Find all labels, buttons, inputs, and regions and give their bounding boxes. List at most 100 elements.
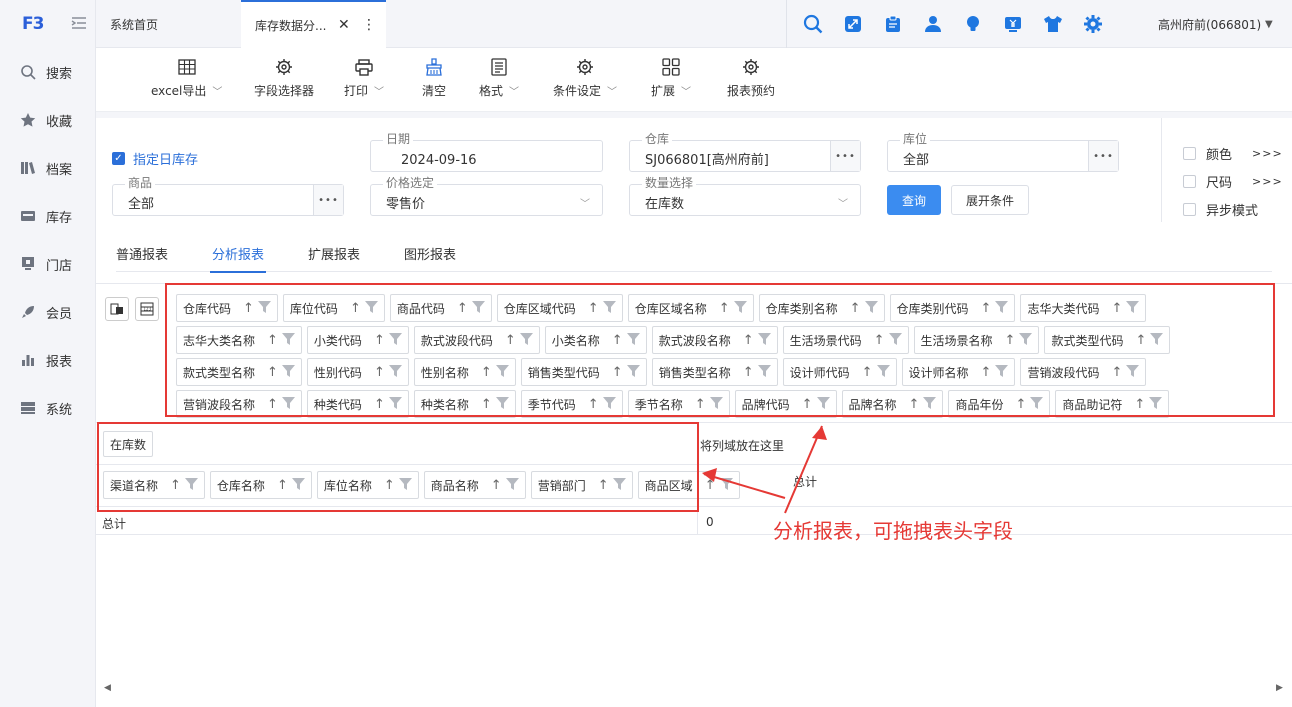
layout-icon[interactable]: 123: [135, 297, 159, 321]
table-icon: [178, 58, 196, 76]
location-field[interactable]: 库位 全部 •••: [887, 132, 1119, 172]
format-label: 格式: [479, 84, 504, 98]
gear-outline-icon: [275, 58, 293, 76]
size-label: 尺码: [1206, 176, 1233, 191]
report-tabs: 普通报表 分析报表 扩展报表 图形报表: [116, 236, 1272, 273]
chevron-down-icon: ﹀: [838, 199, 848, 210]
size-option[interactable]: 尺码 >>>: [1183, 172, 1283, 191]
user-name[interactable]: 高州府前(066801): [1158, 16, 1261, 33]
product-field[interactable]: 商品 全部 •••: [112, 176, 344, 216]
quantity-select[interactable]: 数量选择 在库数 ﹀: [629, 176, 861, 216]
books-icon: [20, 160, 36, 176]
bar-chart-icon: [20, 352, 36, 368]
date-field[interactable]: 日期 2024-09-16: [370, 132, 603, 172]
print-button[interactable]: 打印 ﹀: [344, 58, 384, 99]
server-icon: [20, 400, 36, 416]
report-schedule-button[interactable]: 报表预约: [727, 58, 775, 99]
clear-label: 清空: [422, 84, 447, 98]
chevron-down-icon: ﹀: [509, 87, 520, 98]
logo-row: F3: [0, 0, 95, 48]
sidebar-item-label: 收藏: [46, 114, 73, 130]
date-value: 2024-09-16: [401, 153, 477, 168]
broom-icon: [425, 58, 443, 76]
sidebar-item-label: 库存: [46, 210, 73, 226]
sidebar-item-label: 门店: [46, 258, 73, 274]
excel-export-button[interactable]: excel导出 ﹀: [151, 58, 222, 99]
expand-arrows[interactable]: >>>: [1252, 147, 1283, 160]
clear-button[interactable]: 清空: [422, 58, 446, 99]
checkbox[interactable]: [1183, 175, 1196, 188]
warehouse-field[interactable]: 仓库 SJ066801[高州府前] •••: [629, 132, 861, 172]
caret-down-icon[interactable]: ▼: [1265, 19, 1273, 30]
tab-inventory-analysis[interactable]: 库存数据分... ✕ ⋮: [241, 0, 386, 48]
close-icon[interactable]: ✕: [338, 17, 350, 33]
divider: [1161, 118, 1162, 222]
format-button[interactable]: 格式 ﹀: [479, 58, 519, 99]
checkbox[interactable]: [1183, 147, 1196, 160]
user-icon[interactable]: [923, 14, 943, 34]
field-selector-label: 字段选择器: [254, 84, 315, 98]
tab-graph-report[interactable]: 图形报表: [404, 244, 456, 263]
more-vertical-icon[interactable]: ⋮: [362, 17, 376, 33]
svg-text:123: 123: [144, 306, 152, 311]
search-icon[interactable]: [803, 14, 823, 34]
scroll-left-icon[interactable]: ◀: [104, 683, 111, 693]
quantity-value: 在库数: [645, 197, 685, 212]
sidebar-item-label: 会员: [46, 306, 73, 322]
scroll-right-icon[interactable]: ▶: [1276, 683, 1283, 693]
gear-icon[interactable]: [1083, 14, 1103, 34]
location-label: 库位: [900, 132, 931, 146]
checkbox[interactable]: [1183, 203, 1196, 216]
tshirt-icon[interactable]: [1043, 14, 1063, 34]
expand-arrows[interactable]: >>>: [1252, 175, 1283, 188]
product-value: 全部: [128, 197, 155, 212]
yen-screen-icon[interactable]: [1003, 14, 1023, 34]
price-value: 零售价: [386, 197, 426, 212]
query-button[interactable]: 查询: [887, 185, 941, 215]
specified-date-stock-checkbox[interactable]: ✓ 指定日库存: [112, 149, 198, 168]
price-select[interactable]: 价格选定 零售价 ﹀: [370, 176, 603, 216]
sidebar-item-label: 报表: [46, 354, 73, 370]
warehouse-label: 仓库: [642, 132, 673, 146]
menu-toggle-icon[interactable]: [71, 15, 87, 34]
row-total-label: 总计: [102, 517, 127, 531]
toolbar: excel导出 ﹀ 字段选择器 打印 ﹀ 清空 格式 ﹀ 条件设定 ﹀ 扩展 ﹀ 报表预约: [96, 48, 1292, 112]
clipboard-icon[interactable]: [883, 14, 903, 34]
async-mode-option[interactable]: 异步模式: [1183, 200, 1258, 219]
more-horizontal-icon[interactable]: •••: [313, 185, 343, 215]
sidebar-item-archive[interactable]: 档案: [0, 144, 95, 192]
sidebar-item-label: 系统: [46, 402, 73, 418]
chevron-down-icon: ﹀: [580, 199, 590, 210]
document-list-icon: [490, 58, 508, 76]
extend-button[interactable]: 扩展 ﹀: [651, 58, 691, 99]
more-horizontal-icon[interactable]: •••: [830, 141, 860, 171]
tab-home[interactable]: 系统首页: [110, 0, 158, 48]
more-horizontal-icon[interactable]: •••: [1088, 141, 1118, 171]
chevron-down-icon: ﹀: [374, 87, 385, 98]
sidebar-item-member[interactable]: 会员: [0, 288, 95, 336]
sidebar-item-search[interactable]: 搜索: [0, 48, 95, 96]
field-selector-button[interactable]: 字段选择器: [254, 58, 314, 99]
rocket-icon: [20, 304, 36, 320]
lightbulb-icon[interactable]: [963, 14, 983, 34]
tab-analysis-report[interactable]: 分析报表: [209, 244, 267, 273]
tab-normal-report[interactable]: 普通报表: [116, 244, 168, 263]
top-bar: 系统首页 库存数据分... ✕ ⋮ 高州府前(066801) ▼: [96, 0, 1292, 48]
sidebar-item-system[interactable]: 系统: [0, 384, 95, 432]
sidebar-item-report[interactable]: 报表: [0, 336, 95, 384]
field-list-toggle-icon[interactable]: [105, 297, 129, 321]
color-option[interactable]: 颜色 >>>: [1183, 144, 1283, 163]
condition-setting-button[interactable]: 条件设定 ﹀: [553, 58, 617, 99]
sidebar: F3 搜索 收藏 档案 库存 门店 会员 报表 系统: [0, 0, 96, 707]
grid-apps-icon: [662, 58, 680, 76]
annotation-box-fields: [165, 283, 1275, 417]
extend-label: 扩展: [651, 84, 676, 98]
sidebar-item-store[interactable]: 门店: [0, 240, 95, 288]
tab-extend-report[interactable]: 扩展报表: [308, 244, 360, 263]
printer-icon: [355, 58, 373, 76]
sidebar-item-favorites[interactable]: 收藏: [0, 96, 95, 144]
expand-conditions-button[interactable]: 展开条件: [951, 185, 1029, 215]
expand-icon[interactable]: [843, 14, 863, 34]
sidebar-item-inventory[interactable]: 库存: [0, 192, 95, 240]
async-mode-label: 异步模式: [1206, 204, 1259, 219]
